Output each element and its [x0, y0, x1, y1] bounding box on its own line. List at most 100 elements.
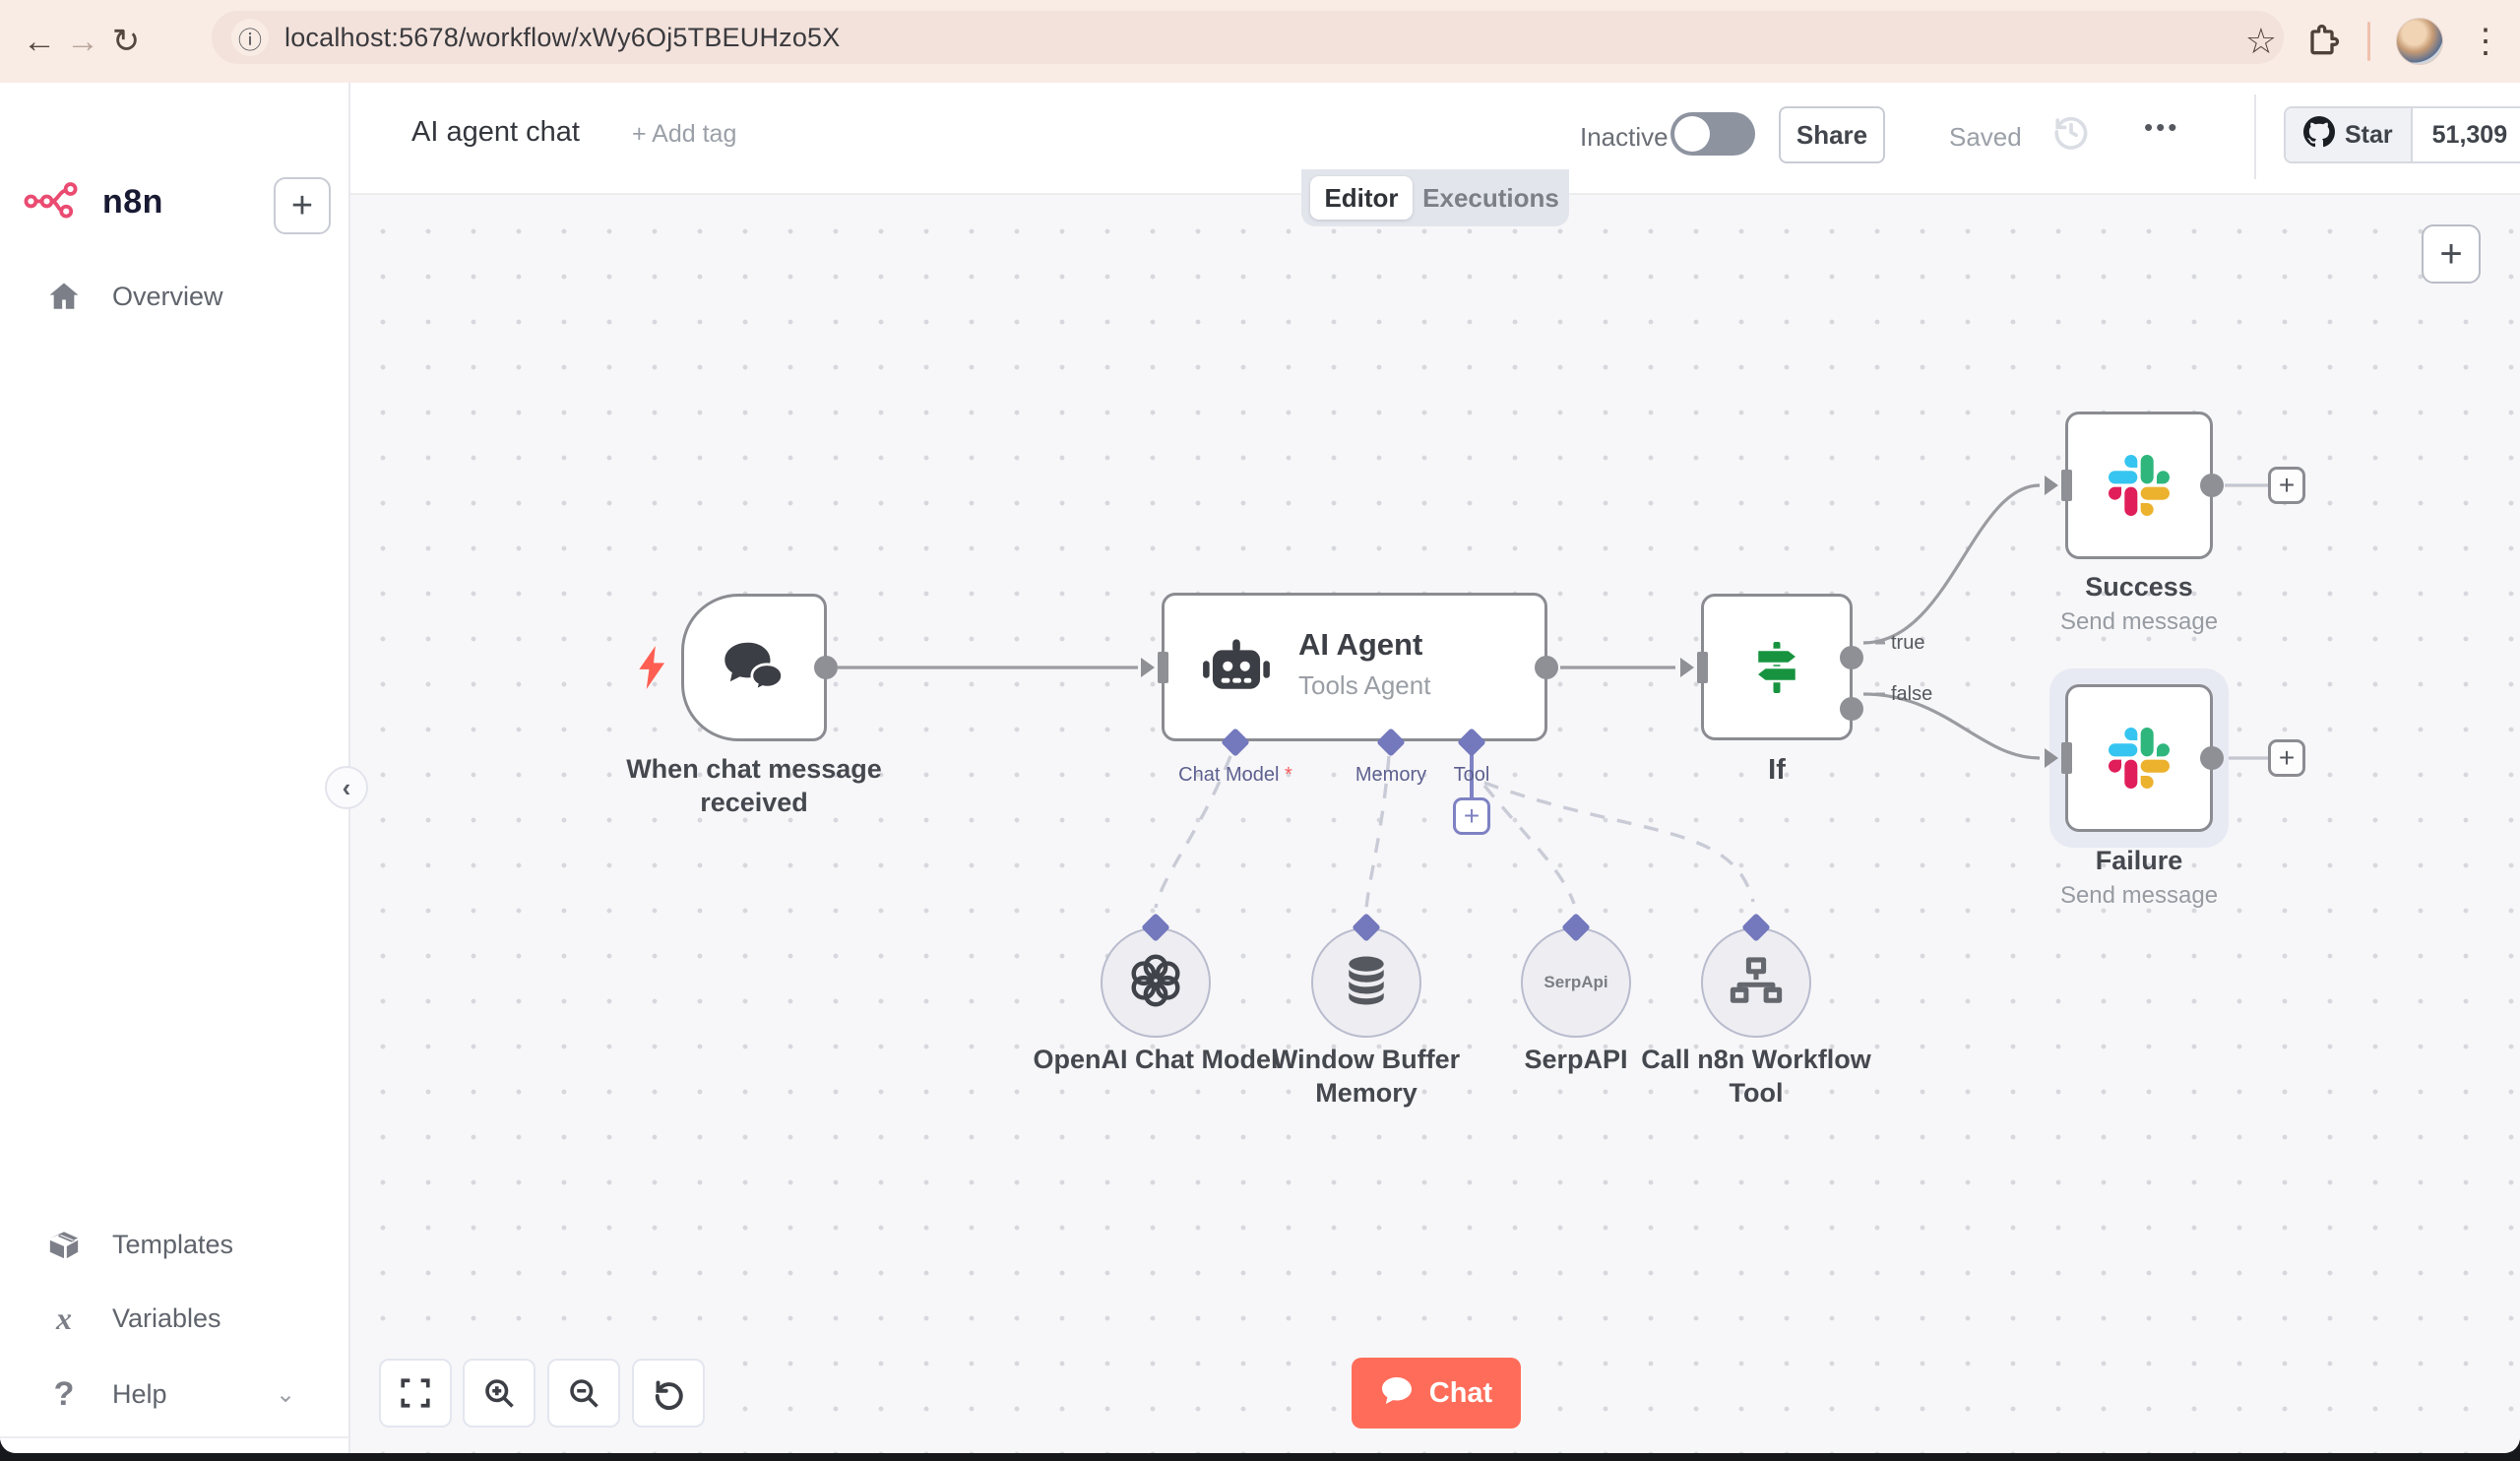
input-connector [2045, 476, 2058, 495]
output-connector[interactable] [814, 656, 838, 679]
node-serpapi[interactable]: SerpApi [1521, 927, 1631, 1038]
robot-icon [1202, 637, 1271, 707]
saved-status: Saved [1949, 122, 2022, 152]
sidebar-item-label: Overview [112, 281, 223, 311]
browser-profile-avatar[interactable] [2396, 18, 2443, 65]
node-label: Call n8n Workflow Tool [1641, 1045, 1871, 1108]
github-star-widget[interactable]: Star 51,309 [2284, 106, 2520, 163]
add-next-node-button[interactable]: + [2268, 467, 2305, 504]
output-label-false: false [1891, 683, 1933, 705]
view-tabs: Editor Executions [1301, 169, 1569, 226]
node-label: If [1768, 754, 1786, 786]
node-when-chat-message-received[interactable] [681, 594, 838, 741]
slack-icon [2068, 414, 2210, 556]
sidebar-item-variables[interactable]: x Variables [0, 1287, 350, 1350]
chat-bubble-icon [1380, 1375, 1414, 1412]
chat-button[interactable]: Chat [1352, 1358, 1521, 1429]
new-workflow-button[interactable]: + [274, 177, 331, 234]
sidebar-item-help[interactable]: ? Help ⌄ [0, 1363, 350, 1426]
slack-icon [2068, 687, 2210, 829]
sidebar-item-overview[interactable]: Overview [0, 265, 350, 328]
node-call-n8n-workflow-tool[interactable] [1701, 927, 1811, 1038]
reset-view-button[interactable] [632, 1359, 705, 1428]
node-label: Success [2085, 572, 2193, 602]
port-label-chat-model: Chat Model * [1178, 764, 1292, 786]
templates-box-icon [45, 1228, 83, 1261]
site-info-icon[interactable]: ⓘ [231, 19, 269, 56]
output-connector[interactable] [1535, 655, 1558, 679]
n8n-logo-icon[interactable] [24, 181, 89, 223]
node-ai-agent[interactable]: AI Agent Tools Agent [1141, 593, 1558, 741]
serpapi-wordmark: SerpApi [1544, 973, 1608, 991]
node-openai-chat-model[interactable] [1101, 927, 1211, 1038]
url-text[interactable]: localhost:5678/workflow/xWy6Oj5TBEUHzo5X [284, 23, 840, 53]
variables-x-icon: x [56, 1300, 72, 1336]
output-connector[interactable] [2200, 746, 2224, 770]
input-connector [2045, 748, 2058, 768]
node-success[interactable] [2045, 412, 2224, 559]
input-connector [1680, 657, 1694, 677]
node-label: When chat message received [626, 754, 882, 817]
browser-window: ← → ↻ ⓘ localhost:5678/workflow/xWy6Oj5T… [0, 0, 2520, 1453]
node-window-buffer-memory[interactable] [1311, 927, 1421, 1038]
active-toggle[interactable] [1670, 112, 1755, 156]
sidebar-item-templates[interactable]: Templates [0, 1213, 350, 1276]
extensions-puzzle-icon[interactable] [2302, 22, 2342, 61]
browser-toolbar: ← → ↻ ⓘ localhost:5678/workflow/xWy6Oj5T… [0, 0, 2520, 83]
node-failure[interactable] [2045, 684, 2224, 832]
sidebar-collapse-button[interactable]: ‹ [325, 766, 368, 809]
output-false-connector[interactable] [1840, 697, 1863, 721]
output-connector[interactable] [2200, 474, 2224, 497]
sidebar: n8n + Overview Templates x Variables ? H… [0, 83, 350, 1453]
node-sublabel: Send message [2059, 882, 2219, 909]
github-star-count: 51,309 [2412, 108, 2520, 161]
add-node-button[interactable]: + [2422, 224, 2481, 284]
browser-forward-button[interactable]: → [61, 23, 104, 61]
history-icon[interactable] [2049, 110, 2093, 159]
tab-editor[interactable]: Editor [1310, 176, 1413, 220]
chat-bubbles-icon [684, 597, 824, 738]
signpost-icon [1704, 597, 1850, 737]
workflow-canvas[interactable]: + When chat message received AI Agent To… [350, 195, 2520, 1453]
node-if[interactable] [1680, 594, 1863, 740]
chat-button-label: Chat [1428, 1376, 1493, 1409]
node-title: AI Agent [1298, 627, 1423, 662]
tab-executions[interactable]: Executions [1419, 176, 1562, 220]
sidebar-item-label: Help [112, 1378, 167, 1409]
header-divider [2254, 95, 2256, 179]
input-connector [1141, 657, 1155, 677]
openai-icon [1125, 950, 1186, 1016]
share-button[interactable]: Share [1779, 106, 1885, 163]
browser-back-button[interactable]: ← [18, 23, 61, 61]
zoom-in-button[interactable] [463, 1359, 536, 1428]
add-tool-button[interactable]: + [1453, 797, 1490, 835]
sitemap-icon [1730, 956, 1783, 1010]
workflow-menu-icon[interactable]: ••• [2144, 112, 2179, 143]
zoom-out-button[interactable] [547, 1359, 620, 1428]
status-label: Inactive [1580, 122, 1669, 152]
add-next-node-button[interactable]: + [2268, 739, 2305, 777]
browser-menu-icon[interactable]: ⋮ [2469, 25, 2502, 58]
node-subtitle: Tools Agent [1298, 670, 1431, 700]
home-icon [45, 280, 83, 313]
chevron-down-icon: ⌄ [276, 1380, 296, 1408]
input-connector-bar [1158, 651, 1168, 683]
address-bar[interactable]: ⓘ localhost:5678/workflow/xWy6Oj5TBEUHzo… [212, 11, 2284, 64]
output-true-connector[interactable] [1840, 646, 1863, 669]
bookmark-star-icon[interactable]: ☆ [2245, 21, 2277, 62]
output-label-true: true [1891, 632, 1925, 654]
trigger-bolt-icon [639, 646, 664, 689]
workflow-title[interactable]: AI agent chat [411, 116, 580, 149]
port-label-tool: Tool [1453, 764, 1490, 786]
github-star-label: Star [2345, 120, 2393, 149]
database-icon [1340, 954, 1393, 1012]
port-label-memory: Memory [1354, 764, 1427, 786]
sidebar-item-label: Templates [112, 1229, 234, 1259]
browser-reload-button[interactable]: ↻ [104, 22, 148, 61]
toolbar-divider [2367, 22, 2370, 61]
toggle-knob [1674, 116, 1710, 152]
add-tag-button[interactable]: + Add tag [632, 120, 736, 149]
required-asterisk: * [1285, 764, 1292, 786]
node-label: Failure [2095, 846, 2183, 875]
zoom-to-fit-button[interactable] [379, 1359, 452, 1428]
